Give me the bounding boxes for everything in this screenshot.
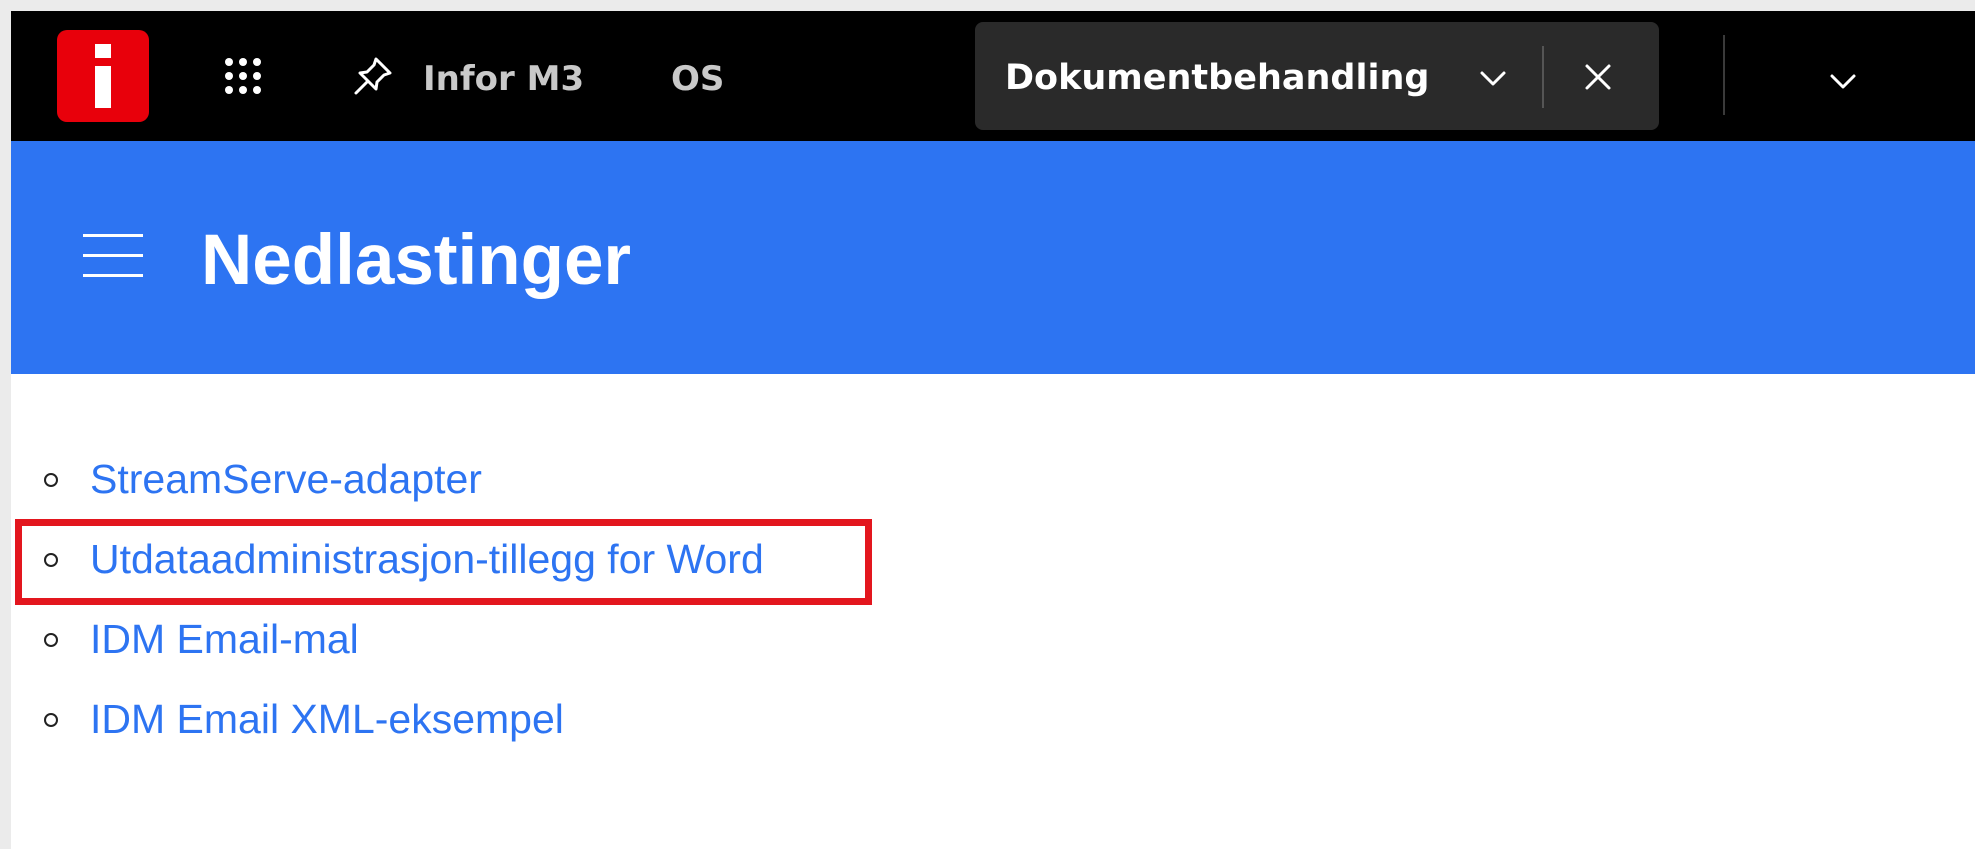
apps-grid-icon[interactable] bbox=[223, 56, 263, 96]
list-item: Utdataadministrasjon-tillegg for Word bbox=[11, 531, 911, 611]
topbar-divider bbox=[1723, 35, 1725, 115]
bullet-icon bbox=[44, 713, 58, 727]
page-header: Nedlastinger bbox=[11, 141, 1975, 374]
page-title: Nedlastinger bbox=[201, 221, 632, 300]
tab-divider bbox=[1542, 46, 1544, 108]
bullet-icon bbox=[44, 473, 58, 487]
download-link-idm-email-template[interactable]: IDM Email-mal bbox=[90, 613, 359, 665]
download-link-streamserve-adapter[interactable]: StreamServe-adapter bbox=[90, 453, 482, 505]
hamburger-menu-icon[interactable] bbox=[83, 234, 143, 278]
app-name-label[interactable]: Infor M3 bbox=[423, 59, 584, 99]
chevron-down-icon[interactable] bbox=[1477, 62, 1509, 94]
tab-title[interactable]: Dokumentbehandling bbox=[1005, 58, 1429, 98]
tab-dokumentbehandling[interactable]: Dokumentbehandling bbox=[975, 22, 1659, 130]
downloads-list: StreamServe-adapter Utdataadministrasjon… bbox=[11, 451, 911, 771]
infor-logo-icon[interactable] bbox=[57, 30, 149, 122]
list-item: IDM Email XML-eksempel bbox=[11, 691, 911, 771]
tenant-label[interactable]: OS bbox=[671, 59, 724, 99]
list-item: IDM Email-mal bbox=[11, 611, 911, 691]
download-link-word-addin[interactable]: Utdataadministrasjon-tillegg for Word bbox=[90, 533, 764, 585]
top-navigation-bar: Infor M3 OS Dokumentbehandling bbox=[11, 11, 1975, 141]
pin-icon[interactable] bbox=[352, 55, 394, 97]
download-link-idm-email-xml-example[interactable]: IDM Email XML-eksempel bbox=[90, 693, 564, 745]
user-menu-chevron-icon[interactable] bbox=[1827, 65, 1859, 97]
close-icon[interactable] bbox=[1581, 60, 1615, 94]
bullet-icon bbox=[44, 553, 58, 567]
bullet-icon bbox=[44, 633, 58, 647]
app-frame: Infor M3 OS Dokumentbehandling Nedlastin… bbox=[11, 11, 1975, 849]
list-item: StreamServe-adapter bbox=[11, 451, 911, 531]
